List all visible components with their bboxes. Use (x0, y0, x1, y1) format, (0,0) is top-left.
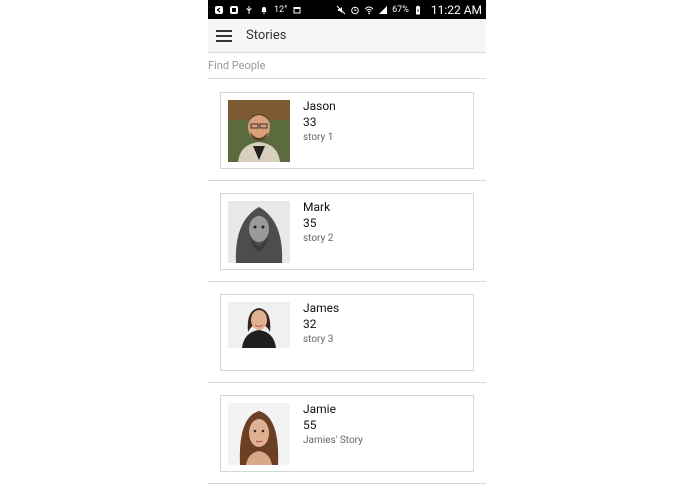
person-story: Jamies' Story (303, 435, 363, 446)
phone-screen: 12° 67% 11:22 AM Stories Find People Jas… (208, 0, 486, 494)
battery-percent: 67% (392, 4, 409, 15)
status-bar: 12° 67% 11:22 AM (208, 0, 486, 19)
battery-charging-icon (413, 5, 423, 15)
list-item: Mark 35 story 2 (208, 181, 486, 282)
person-story: story 2 (303, 233, 334, 244)
person-name: James (303, 301, 340, 315)
calendar-icon (292, 5, 302, 15)
usb-icon (244, 5, 254, 15)
avatar (228, 100, 290, 162)
alarm-icon (350, 5, 360, 15)
person-card-mark[interactable]: Mark 35 story 2 (220, 193, 474, 270)
avatar (228, 403, 290, 465)
person-story: story 1 (303, 132, 334, 143)
person-age: 35 (303, 216, 317, 230)
hamburger-menu-icon[interactable] (216, 29, 232, 42)
person-story: story 3 (303, 334, 334, 345)
people-list: Jason 33 story 1 Mark 35 story 2 James 3… (208, 80, 486, 484)
person-card-james[interactable]: James 32 story 3 (220, 294, 474, 371)
list-item: Jamie 55 Jamies' Story (208, 383, 486, 484)
app-notification-icon (229, 5, 239, 15)
person-age: 33 (303, 115, 317, 129)
list-item: James 32 story 3 (208, 282, 486, 383)
signal-icon (378, 5, 388, 15)
person-age: 32 (303, 317, 317, 331)
temperature-text: 12° (274, 4, 288, 15)
clock-time: 11:22 AM (430, 2, 482, 17)
app-bar: Stories (208, 19, 486, 53)
wifi-icon (364, 5, 374, 15)
person-name: Jamie (303, 402, 336, 416)
search-bar (208, 53, 486, 79)
list-item: Jason 33 story 1 (208, 80, 486, 181)
find-people-input[interactable] (208, 53, 486, 77)
person-name: Jason (303, 99, 336, 113)
mute-icon (336, 5, 346, 15)
person-card-jason[interactable]: Jason 33 story 1 (220, 92, 474, 169)
person-card-jamie[interactable]: Jamie 55 Jamies' Story (220, 395, 474, 472)
avatar (228, 201, 290, 263)
avatar (228, 302, 290, 348)
bell-icon (259, 5, 269, 15)
person-name: Mark (303, 200, 331, 214)
person-age: 55 (303, 418, 317, 432)
back-arrow-notification-icon (214, 5, 224, 15)
page-title: Stories (246, 28, 287, 43)
